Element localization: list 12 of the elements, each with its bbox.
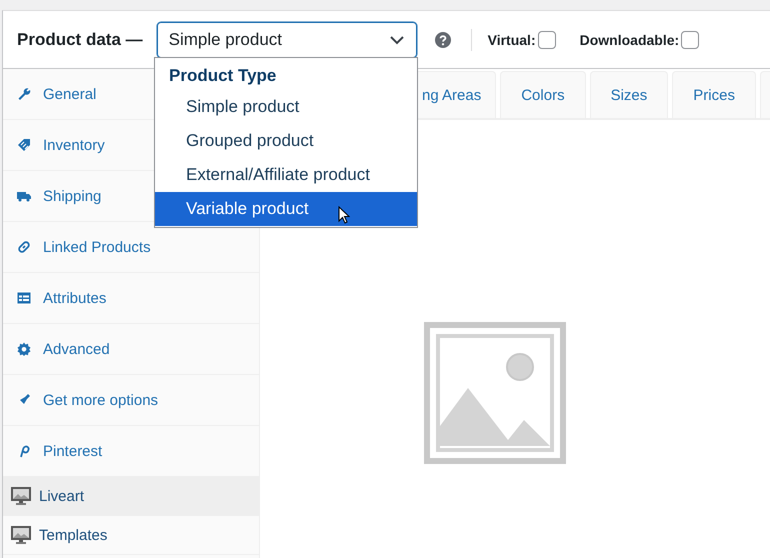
checkbox-label: Downloadable: [580,32,680,48]
sidebar-item[interactable]: Advanced [3,324,259,375]
checkbox-label: Virtual: [488,32,536,48]
dropdown-option[interactable]: Variable product [155,192,417,226]
sidebar-item[interactable]: Templates [3,516,259,555]
sidebar-item[interactable]: Attributes [3,273,259,324]
section-title: Product data — [17,30,143,50]
sidebar-item[interactable]: Liveart [3,477,259,516]
sidebar-item[interactable]: Get more options [3,375,259,426]
tab[interactable]: Prices [672,71,756,118]
tab[interactable]: Sizes [590,71,668,118]
tab[interactable]: Colors [500,71,586,118]
